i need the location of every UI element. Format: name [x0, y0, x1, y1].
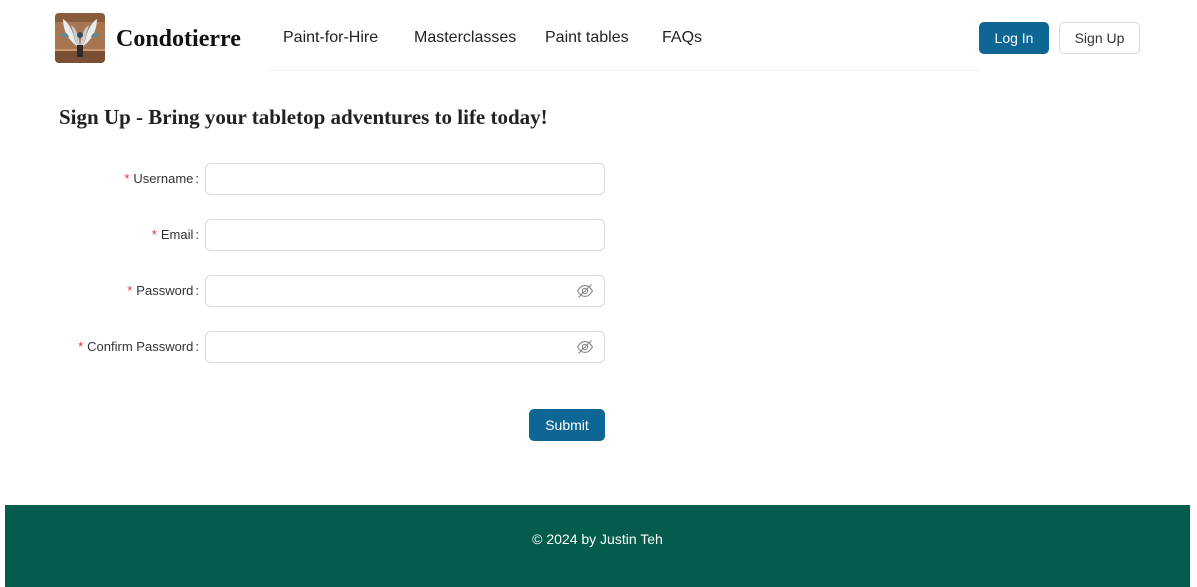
confirm-password-label: * Confirm Password: [78, 339, 199, 354]
site-footer: © 2024 by Justin Teh [5, 505, 1190, 587]
main-nav: Paint-for-Hire Masterclasses Paint table… [267, 0, 980, 71]
signup-button[interactable]: Sign Up [1059, 22, 1140, 54]
email-label: * Email: [151, 227, 199, 242]
confirm-password-input[interactable] [205, 331, 605, 363]
required-mark: * [151, 227, 157, 242]
required-mark: * [127, 283, 133, 298]
password-input[interactable] [205, 275, 605, 307]
sign-up-page: Condotierre Paint-for-Hire Masterclasses… [0, 0, 1197, 587]
nav-paint-for-hire[interactable]: Paint-for-Hire [283, 28, 378, 48]
username-input[interactable] [205, 163, 605, 195]
form-row-email: * Email: [0, 219, 620, 251]
login-button[interactable]: Log In [979, 22, 1049, 54]
nav-faqs[interactable]: FAQs [662, 28, 702, 48]
nav-paint-tables[interactable]: Paint tables [545, 28, 629, 48]
site-header: Condotierre Paint-for-Hire Masterclasses… [0, 0, 1197, 72]
submit-button[interactable]: Submit [529, 409, 605, 441]
nav-masterclasses[interactable]: Masterclasses [414, 28, 516, 48]
password-label: * Password: [127, 283, 199, 298]
footer-copyright: © 2024 by Justin Teh [532, 531, 663, 547]
required-mark: * [124, 171, 130, 186]
required-mark: * [78, 339, 84, 354]
eye-off-icon[interactable] [576, 283, 594, 299]
brand-name[interactable]: Condotierre [116, 23, 241, 55]
page-title: Sign Up - Bring your tabletop adventures… [59, 105, 548, 129]
eye-off-icon[interactable] [576, 339, 594, 355]
username-label: * Username: [124, 171, 199, 186]
form-row-username: * Username: [0, 163, 620, 195]
email-input[interactable] [205, 219, 605, 251]
form-row-confirm-password: * Confirm Password: [0, 331, 620, 363]
logo-image[interactable] [55, 13, 105, 63]
form-row-password: * Password: [0, 275, 620, 307]
